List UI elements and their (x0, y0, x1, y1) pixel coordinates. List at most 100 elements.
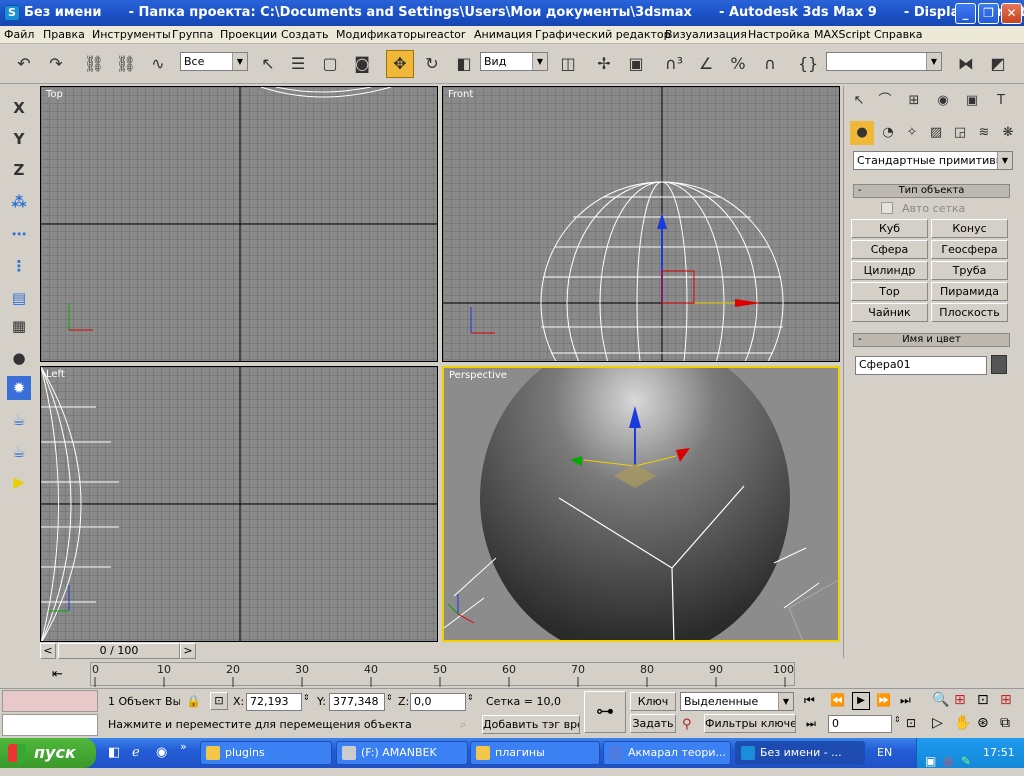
shapes-icon[interactable]: ◔ (876, 121, 900, 145)
add-time-tag-button[interactable]: Добавить тэг врем (482, 715, 580, 734)
select-icon[interactable]: ↖ (254, 50, 282, 78)
menu-reactor[interactable]: reactor (426, 28, 465, 41)
redo-icon[interactable]: ↷ (42, 50, 70, 78)
display-icon[interactable]: ▣ (960, 89, 984, 113)
zoom-extents-all-icon[interactable]: ⊞ (1000, 692, 1012, 708)
rect-region-icon[interactable]: ▢ (316, 50, 344, 78)
network-icon[interactable]: ▣ (925, 746, 936, 776)
lights-icon[interactable]: ✧ (900, 121, 924, 145)
x-spinner-icon[interactable]: ⇕ (303, 693, 310, 702)
time-config-icon[interactable]: ⊡ (906, 716, 916, 730)
teapot-render-icon[interactable]: ☕ (7, 408, 31, 432)
align-icon[interactable]: ◩ (984, 50, 1012, 78)
fire-icon[interactable]: ✹ (7, 376, 31, 400)
axis-x-button[interactable]: X (7, 96, 31, 120)
menu-help[interactable]: Справка (874, 28, 922, 41)
antivirus-icon[interactable]: ◎ (943, 746, 953, 776)
menu-edit[interactable]: Правка (43, 28, 85, 41)
play-icon[interactable]: ▶ (852, 692, 870, 710)
move-icon[interactable]: ✥ (386, 50, 414, 78)
start-button[interactable]: пуск (0, 738, 96, 768)
maximize-viewport-icon[interactable]: ⧉ (1000, 715, 1010, 731)
task-3dsmax[interactable]: Без имени - ... (735, 741, 865, 765)
zoom-extents-icon[interactable]: ⊡ (977, 692, 989, 708)
x-coord-field[interactable]: 72,193 (246, 693, 302, 711)
bind-space-warp-icon[interactable]: ∿ (144, 50, 172, 78)
menu-animation[interactable]: Анимация (474, 28, 532, 41)
unlink-icon[interactable]: ⛓ (112, 50, 140, 78)
key-mode-icon[interactable]: ⊶ (584, 691, 626, 733)
auto-key-button[interactable]: Ключ (630, 692, 676, 711)
z-spinner-icon[interactable]: ⇕ (467, 693, 474, 702)
menu-views[interactable]: Проекции (220, 28, 277, 41)
menu-rendering[interactable]: Визуализация (665, 28, 747, 41)
autogrid-checkbox[interactable] (881, 202, 893, 214)
menu-tools[interactable]: Инструменты (92, 28, 171, 41)
category-select[interactable]: Стандартные примитивы ▼ (853, 151, 1013, 170)
geometry-icon[interactable]: ● (850, 121, 874, 145)
zoom-icon[interactable]: 🔍 (932, 692, 949, 708)
prev-frame-button[interactable]: < (40, 643, 56, 659)
angle-snap-icon[interactable]: ∠ (692, 50, 720, 78)
material-icon[interactable]: ● (7, 346, 31, 370)
cone-button[interactable]: Конус (931, 219, 1008, 238)
manipulate-icon[interactable]: ✢ (590, 50, 618, 78)
axis-z-button[interactable]: Z (7, 158, 31, 182)
maxscript-listener-mini[interactable] (2, 690, 98, 712)
spinner-snap-icon[interactable]: ∩ (756, 50, 784, 78)
systems-icon[interactable]: ❋ (996, 121, 1020, 145)
zoom-all-icon[interactable]: ⊞ (954, 692, 966, 708)
task-word-document[interactable]: Акмарал теори... (603, 741, 731, 765)
box-button[interactable]: Куб (851, 219, 928, 238)
tube-button[interactable]: Труба (931, 261, 1008, 280)
pan-icon[interactable]: ✋ (954, 715, 971, 731)
hierarchy-icon[interactable]: ⊞ (902, 89, 926, 113)
rotate-icon[interactable]: ↻ (418, 50, 446, 78)
track-bar-icon[interactable]: ⇤ (52, 667, 63, 682)
y-coord-field[interactable]: 377,348 (329, 693, 385, 711)
selection-filter-select[interactable]: Все ▼ (180, 52, 248, 71)
language-indicator[interactable]: EN (877, 746, 892, 759)
key-mode-select[interactable]: Выделенные ▼ (680, 692, 794, 711)
edit-named-selection-icon[interactable]: {} (794, 50, 822, 78)
orbit-icon[interactable]: ⊛ (977, 715, 989, 731)
fov-icon[interactable]: ▷ (932, 715, 943, 731)
set-key-button[interactable]: Задать (630, 714, 676, 733)
plane-button[interactable]: Плоскость (931, 303, 1008, 322)
menu-file[interactable]: Файл (4, 28, 34, 41)
viewport-left[interactable]: Left (40, 366, 438, 642)
geosphere-button[interactable]: Геосфера (931, 240, 1008, 259)
select-by-name-icon[interactable]: ☰ (284, 50, 312, 78)
scale-icon[interactable]: ◧ (450, 50, 478, 78)
viewport-perspective[interactable]: Perspective (442, 366, 840, 642)
close-button[interactable]: ✕ (1001, 3, 1022, 24)
create-icon[interactable]: ↖ (847, 89, 871, 113)
torus-button[interactable]: Тор (851, 282, 928, 301)
cylinder-button[interactable]: Цилиндр (851, 261, 928, 280)
keyboard-shortcut-icon[interactable]: ▣ (622, 50, 650, 78)
motion-icon[interactable]: ◉ (931, 89, 955, 113)
quicklaunch-more-icon[interactable]: » (180, 740, 187, 753)
pyramid-button[interactable]: Пирамида (931, 282, 1008, 301)
cameras-icon[interactable]: ▨ (924, 121, 948, 145)
object-name-field[interactable]: Сфера01 (855, 356, 987, 375)
sphere-button[interactable]: Сфера (851, 240, 928, 259)
modify-icon[interactable]: ⌒ (873, 89, 897, 113)
play-icon[interactable]: ▶ (7, 470, 31, 494)
current-frame-field[interactable]: 0 (828, 715, 892, 733)
key-filters-button[interactable]: Фильтры ключей... (704, 714, 796, 733)
next-frame-button[interactable]: > (180, 643, 196, 659)
window-crossing-icon[interactable]: ◙ (348, 50, 376, 78)
menu-create[interactable]: Создать (281, 28, 329, 41)
helpers-icon[interactable]: ◲ (948, 121, 972, 145)
restore-button[interactable]: ❐ (978, 3, 999, 24)
schematic-icon[interactable]: ▦ (7, 314, 31, 338)
menu-graph-editors[interactable]: Графический редактор (535, 28, 671, 41)
particle-icon[interactable]: ⋯ (7, 222, 31, 246)
ie-icon[interactable]: ℯ (132, 745, 140, 760)
y-spinner-icon[interactable]: ⇕ (386, 693, 393, 702)
viewport-top[interactable]: Top (40, 86, 438, 362)
tray-app-icon[interactable]: ✎ (961, 746, 971, 776)
frame-spinner-icon[interactable]: ⇕ (894, 715, 901, 724)
show-desktop-icon[interactable]: ◧ (108, 745, 120, 760)
